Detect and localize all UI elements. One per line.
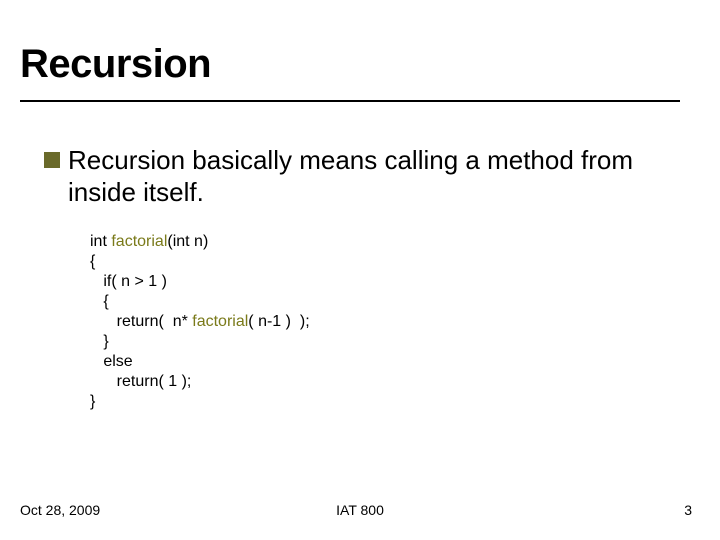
code-line-7: else [90,353,133,370]
code-line-6: } [90,333,109,350]
code-line-2: { [90,253,95,270]
code-line-5c: ( n-1 ) ); [248,313,309,330]
code-line-1b: factorial [111,233,167,250]
bullet-square-icon [44,152,60,168]
code-line-1a: int [90,233,111,250]
bullet-text: Recursion basically means calling a meth… [68,144,664,208]
code-line-9: } [90,393,95,410]
footer-page-number: 3 [684,502,692,518]
code-line-1c: (int n) [167,233,208,250]
bullet-item: Recursion basically means calling a meth… [44,144,664,208]
code-line-8: return( 1 ); [90,373,191,390]
code-line-5b: factorial [192,313,248,330]
title-underline [20,100,680,102]
code-block: int factorial(int n) { if( n > 1 ) { ret… [90,232,310,412]
code-line-4: { [90,293,109,310]
code-line-5a: return( n* [90,313,192,330]
footer-center: IAT 800 [0,502,720,518]
slide: Recursion Recursion basically means call… [0,0,720,540]
slide-title: Recursion [20,42,211,87]
code-line-3: if( n > 1 ) [90,273,167,290]
